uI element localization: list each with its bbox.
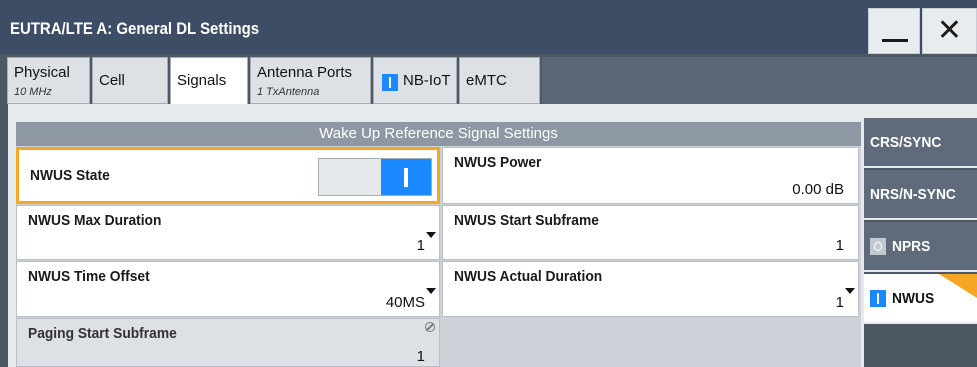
title-bar: EUTRA/LTE A: General DL Settings ✕ — [0, 0, 977, 54]
tab-label: Cell — [99, 72, 125, 89]
side-tab-nwus[interactable]: NWUS — [864, 274, 977, 324]
read-only-icon — [425, 322, 435, 332]
field-value: 1 — [835, 294, 844, 311]
nwus-state-field[interactable]: NWUS State — [16, 147, 440, 204]
field-value: 1 — [416, 348, 425, 365]
panel-title: Wake Up Reference Signal Settings — [319, 125, 558, 142]
tab-label: NB-IoT — [403, 72, 451, 89]
side-tab-label: CRS/SYNC — [870, 134, 942, 151]
field-value: 1 — [416, 237, 425, 254]
window-title: EUTRA/LTE A: General DL Settings — [10, 19, 260, 38]
dropdown-caret-icon — [426, 232, 436, 238]
field-label: NWUS Time Offset — [28, 268, 150, 285]
field-value: 0.00 dB — [792, 181, 844, 198]
nwus-start-subframe-field[interactable]: NWUS Start Subframe 1 — [442, 205, 859, 260]
side-tab-label: NWUS — [892, 290, 935, 307]
side-tab-label: NRS/N-SYNC — [870, 186, 956, 203]
tab-sublabel: 1 TxAntenna — [257, 86, 320, 98]
nwus-state-toggle[interactable] — [318, 158, 432, 196]
side-tab-nprs[interactable]: NPRS — [864, 222, 977, 272]
tab-strip-filler — [542, 57, 977, 104]
field-label: Paging Start Subframe — [28, 325, 177, 342]
tab-cell[interactable]: Cell — [92, 57, 168, 104]
state-off-icon — [870, 238, 886, 255]
side-tab-nrs-n-sync[interactable]: NRS/N-SYNC — [864, 170, 977, 220]
tab-physical[interactable]: Physical 10 MHz — [7, 57, 90, 104]
state-on-icon — [870, 290, 886, 307]
tab-label: eMTC — [466, 72, 507, 89]
tab-sublabel: 10 MHz — [14, 86, 52, 98]
nwus-actual-duration-select[interactable]: NWUS Actual Duration 1 — [442, 261, 859, 317]
field-value: 40MS — [385, 294, 425, 311]
tab-label: Signals — [177, 72, 227, 89]
active-corner-icon — [939, 274, 977, 298]
toggle-on-icon — [381, 159, 431, 195]
field-value: 1 — [835, 237, 844, 254]
nwus-max-duration-select[interactable]: NWUS Max Duration 1 — [16, 205, 440, 260]
nwus-time-offset-select[interactable]: NWUS Time Offset 40MS — [16, 261, 440, 317]
field-label: NWUS Actual Duration — [454, 268, 603, 285]
frame-border — [0, 104, 8, 367]
panel-header: Wake Up Reference Signal Settings — [16, 122, 861, 146]
tab-emtc[interactable]: eMTC — [459, 57, 540, 104]
field-label: NWUS Max Duration — [28, 212, 162, 229]
minimize-button[interactable] — [868, 8, 920, 54]
close-icon: ✕ — [936, 14, 963, 47]
close-button[interactable]: ✕ — [922, 8, 977, 54]
tab-nb-iot[interactable]: NB-IoT — [373, 57, 457, 104]
tab-antenna-ports[interactable]: Antenna Ports 1 TxAntenna — [250, 57, 371, 104]
dropdown-caret-icon — [426, 288, 436, 294]
state-on-icon — [382, 74, 398, 91]
side-tab-label: NPRS — [892, 238, 931, 255]
tab-label: Physical — [14, 64, 70, 81]
paging-start-subframe-field: Paging Start Subframe 1 — [16, 318, 440, 367]
field-label: NWUS Start Subframe — [454, 212, 599, 229]
side-tab-crs-sync[interactable]: CRS/SYNC — [864, 118, 977, 168]
minimize-icon — [882, 39, 908, 42]
field-label: NWUS Power — [454, 154, 542, 171]
tab-label: Antenna Ports — [257, 64, 353, 81]
tab-bar: Physical 10 MHz Cell Signals Antenna Por… — [0, 54, 977, 105]
nwus-power-field[interactable]: NWUS Power 0.00 dB — [442, 147, 859, 204]
tab-signals[interactable]: Signals — [170, 57, 248, 105]
field-label: NWUS State — [30, 167, 110, 184]
dropdown-caret-icon — [845, 288, 855, 294]
